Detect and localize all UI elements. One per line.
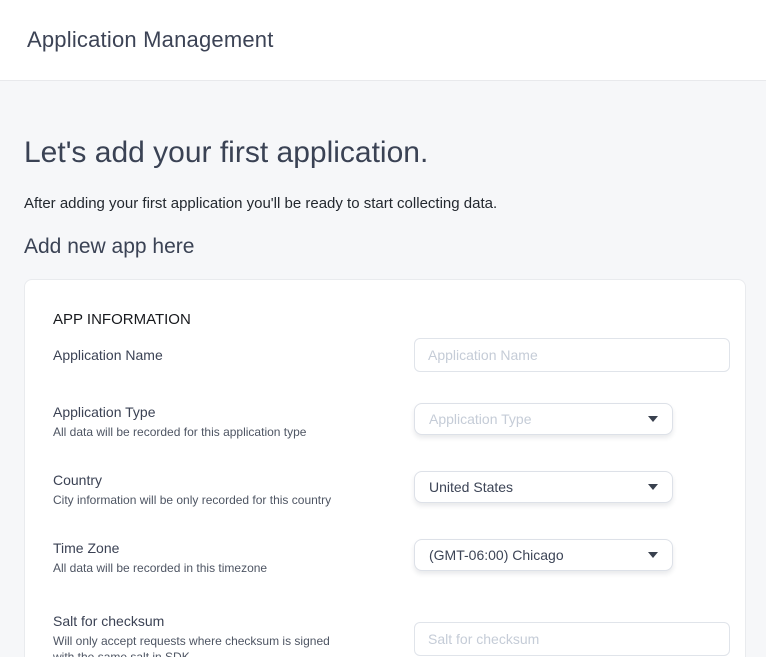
time-zone-label: Time Zone <box>53 539 414 558</box>
country-select-value: United States <box>429 479 513 495</box>
dropdown-caret-icon <box>648 484 658 490</box>
application-type-select-value: Application Type <box>429 411 531 427</box>
hero-heading: Let's add your first application. <box>24 135 742 171</box>
application-name-input[interactable] <box>414 338 730 372</box>
salt-for-checksum-helper: Will only accept requests where checksum… <box>53 633 333 657</box>
country-helper: City information will be only recorded f… <box>53 492 383 508</box>
app-information-card: APP INFORMATION Application Name Applica… <box>24 279 746 657</box>
application-type-label: Application Type <box>53 403 414 422</box>
main-content: Let's add your first application. After … <box>0 135 766 657</box>
app-header: Application Management <box>0 0 766 81</box>
application-name-label: Application Name <box>53 346 414 365</box>
add-new-app-section-title: Add new app here <box>24 234 742 260</box>
time-zone-helper: All data will be recorded in this timezo… <box>53 560 383 576</box>
application-type-helper: All data will be recorded for this appli… <box>53 424 383 440</box>
country-label: Country <box>53 471 414 490</box>
dropdown-caret-icon <box>648 416 658 422</box>
form-row-time-zone: Time Zone All data will be recorded in t… <box>53 539 728 576</box>
hero-subheading: After adding your first application you'… <box>24 194 742 214</box>
salt-for-checksum-label: Salt for checksum <box>53 612 414 631</box>
form-row-salt-for-checksum: Salt for checksum Will only accept reque… <box>53 612 728 657</box>
form-row-application-type: Application Type All data will be record… <box>53 403 728 440</box>
salt-for-checksum-input[interactable] <box>414 622 730 656</box>
dropdown-caret-icon <box>648 552 658 558</box>
time-zone-select[interactable]: (GMT-06:00) Chicago <box>414 539 673 571</box>
time-zone-select-value: (GMT-06:00) Chicago <box>429 547 564 563</box>
country-select[interactable]: United States <box>414 471 673 503</box>
form-row-application-name: Application Name <box>53 338 728 372</box>
card-section-header: APP INFORMATION <box>53 310 728 330</box>
application-type-select[interactable]: Application Type <box>414 403 673 435</box>
page-title: Application Management <box>27 27 274 53</box>
form-row-country: Country City information will be only re… <box>53 471 728 508</box>
